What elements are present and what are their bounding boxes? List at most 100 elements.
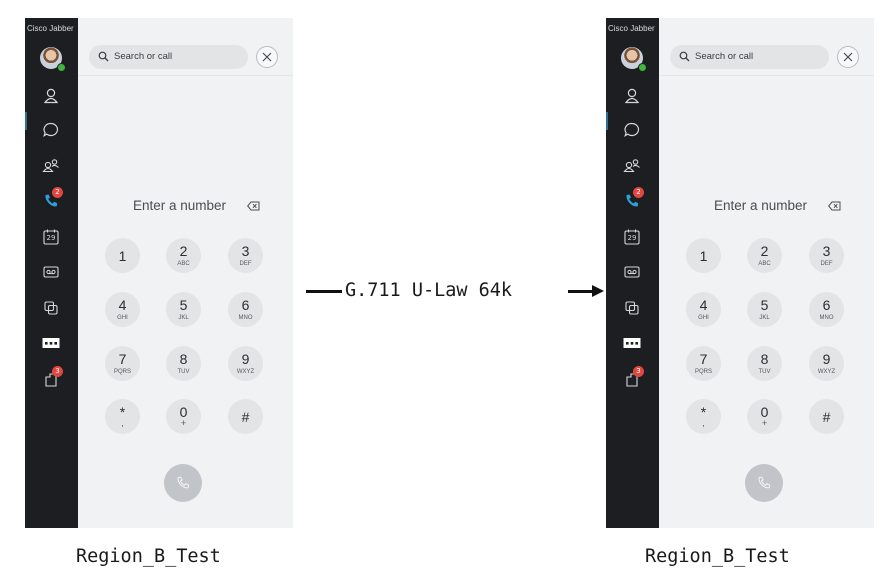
chat-icon[interactable] bbox=[41, 120, 61, 140]
close-icon bbox=[262, 52, 272, 62]
key-letters: ABC bbox=[177, 261, 190, 267]
key-letters: JKL bbox=[759, 315, 770, 321]
presence-available-icon bbox=[638, 63, 647, 72]
custom-tab-icon[interactable]: 3 bbox=[41, 366, 63, 389]
number-entry-field[interactable]: Enter a number bbox=[714, 198, 807, 213]
active-tab-indicator bbox=[606, 112, 608, 130]
phone-icon[interactable]: 2 bbox=[41, 187, 63, 211]
key-letters: , bbox=[121, 418, 124, 428]
caption-left: Region_B_Test bbox=[76, 546, 221, 567]
dialpad-key[interactable]: *, bbox=[686, 399, 721, 434]
key-digit: # bbox=[241, 409, 250, 425]
jabber-window-right: Cisco Jabber 2 29 3 Search or call Enter… bbox=[606, 18, 874, 528]
dialpad-key[interactable]: 5 JKL bbox=[166, 292, 201, 327]
copy-icon[interactable] bbox=[622, 298, 642, 318]
dialpad-key[interactable]: 5 JKL bbox=[747, 292, 782, 327]
key-digit: 8 bbox=[179, 351, 188, 367]
dialpad-key[interactable]: 2 ABC bbox=[747, 238, 782, 273]
dialpad-key[interactable]: 0 + bbox=[166, 399, 201, 434]
calendar-icon[interactable]: 29 bbox=[622, 227, 642, 247]
key-letters: JKL bbox=[178, 315, 189, 321]
arrow-right-icon bbox=[592, 285, 604, 297]
dialpad-key[interactable]: 2 ABC bbox=[166, 238, 201, 273]
dialpad-key[interactable]: 4 GHI bbox=[105, 292, 140, 327]
custom-tab-icon[interactable]: 3 bbox=[622, 366, 644, 389]
key-letters: + bbox=[180, 418, 187, 428]
calendar-icon[interactable]: 29 bbox=[41, 227, 61, 247]
key-digit: 3 bbox=[822, 243, 831, 259]
key-digit: 4 bbox=[699, 297, 708, 313]
dialpad-key[interactable]: 3 DEF bbox=[228, 238, 263, 273]
copy-icon[interactable] bbox=[41, 298, 61, 318]
dialpad-key[interactable]: 8 TUV bbox=[166, 346, 201, 381]
divider bbox=[659, 75, 874, 76]
voicemail-icon[interactable] bbox=[622, 262, 642, 282]
dialpad-key[interactable]: 1 bbox=[686, 238, 721, 273]
chat-icon[interactable] bbox=[622, 120, 642, 140]
calls-badge: 2 bbox=[52, 187, 63, 198]
search-input[interactable]: Search or call bbox=[89, 45, 248, 69]
close-icon bbox=[843, 52, 853, 62]
close-button[interactable] bbox=[256, 46, 278, 68]
call-button[interactable] bbox=[164, 464, 202, 502]
phone-handset-icon bbox=[758, 476, 771, 489]
key-letters: + bbox=[761, 418, 768, 428]
key-letters: TUV bbox=[177, 369, 190, 375]
key-letters: GHI bbox=[117, 315, 128, 321]
call-button[interactable] bbox=[745, 464, 783, 502]
more-icon[interactable] bbox=[41, 333, 61, 353]
key-digit: 7 bbox=[118, 351, 127, 367]
voicemail-icon[interactable] bbox=[41, 262, 61, 282]
dialpad-key[interactable]: 7 PQRS bbox=[686, 346, 721, 381]
dialpad-key[interactable]: 8 TUV bbox=[747, 346, 782, 381]
key-digit: 6 bbox=[241, 297, 250, 313]
key-letters: WXYZ bbox=[236, 369, 255, 375]
key-letters: , bbox=[702, 418, 705, 428]
search-input[interactable]: Search or call bbox=[670, 45, 829, 69]
dialpad-key[interactable]: 9 WXYZ bbox=[228, 346, 263, 381]
more-icon[interactable] bbox=[622, 333, 642, 353]
number-entry-field[interactable]: Enter a number bbox=[133, 198, 226, 213]
key-letters: MNO bbox=[819, 315, 834, 321]
backspace-icon[interactable] bbox=[828, 201, 841, 211]
dialpad-key[interactable]: # bbox=[228, 399, 263, 434]
contacts-icon[interactable] bbox=[41, 86, 61, 106]
key-digit: 6 bbox=[822, 297, 831, 313]
dialpad-key[interactable]: 9 WXYZ bbox=[809, 346, 844, 381]
active-tab-indicator bbox=[25, 112, 27, 130]
key-letters: GHI bbox=[698, 315, 709, 321]
jabber-window-left: Cisco Jabber 2 29 3 Search or call Enter… bbox=[25, 18, 293, 528]
dialpad-key[interactable]: *, bbox=[105, 399, 140, 434]
dialpad-key[interactable]: 3 DEF bbox=[809, 238, 844, 273]
key-letters: DEF bbox=[239, 261, 252, 267]
key-digit: 5 bbox=[760, 297, 769, 313]
dialpad-key[interactable]: 1 bbox=[105, 238, 140, 273]
custom-tab-badge: 3 bbox=[633, 366, 644, 377]
backspace-icon[interactable] bbox=[247, 201, 260, 211]
nav-rail: Cisco Jabber 2 29 3 bbox=[606, 18, 659, 528]
app-title: Cisco Jabber bbox=[27, 24, 74, 33]
dialpad-panel: Search or call Enter a number 1 2 ABC 3 DEF 4… bbox=[78, 18, 293, 528]
dialpad-key[interactable]: 6 MNO bbox=[228, 292, 263, 327]
meetings-icon[interactable] bbox=[41, 156, 61, 176]
key-letters: ABC bbox=[758, 261, 771, 267]
key-digit: 4 bbox=[118, 297, 127, 313]
divider bbox=[78, 75, 293, 76]
caption-right: Region_B_Test bbox=[645, 546, 790, 567]
dialpad-key[interactable]: 6 MNO bbox=[809, 292, 844, 327]
key-digit: 9 bbox=[822, 351, 831, 367]
key-digit: 5 bbox=[179, 297, 188, 313]
codec-arrow-line bbox=[568, 290, 594, 293]
key-digit: 7 bbox=[699, 351, 708, 367]
codec-label: G.711 U-Law 64k bbox=[345, 280, 513, 301]
phone-handset-icon bbox=[177, 476, 190, 489]
contacts-icon[interactable] bbox=[622, 86, 642, 106]
dialpad-key[interactable]: 4 GHI bbox=[686, 292, 721, 327]
dialpad-key[interactable]: 0 + bbox=[747, 399, 782, 434]
calendar-day: 29 bbox=[627, 234, 637, 242]
phone-icon[interactable]: 2 bbox=[622, 187, 644, 211]
dialpad-key[interactable]: 7 PQRS bbox=[105, 346, 140, 381]
dialpad-key[interactable]: # bbox=[809, 399, 844, 434]
meetings-icon[interactable] bbox=[622, 156, 642, 176]
close-button[interactable] bbox=[837, 46, 859, 68]
